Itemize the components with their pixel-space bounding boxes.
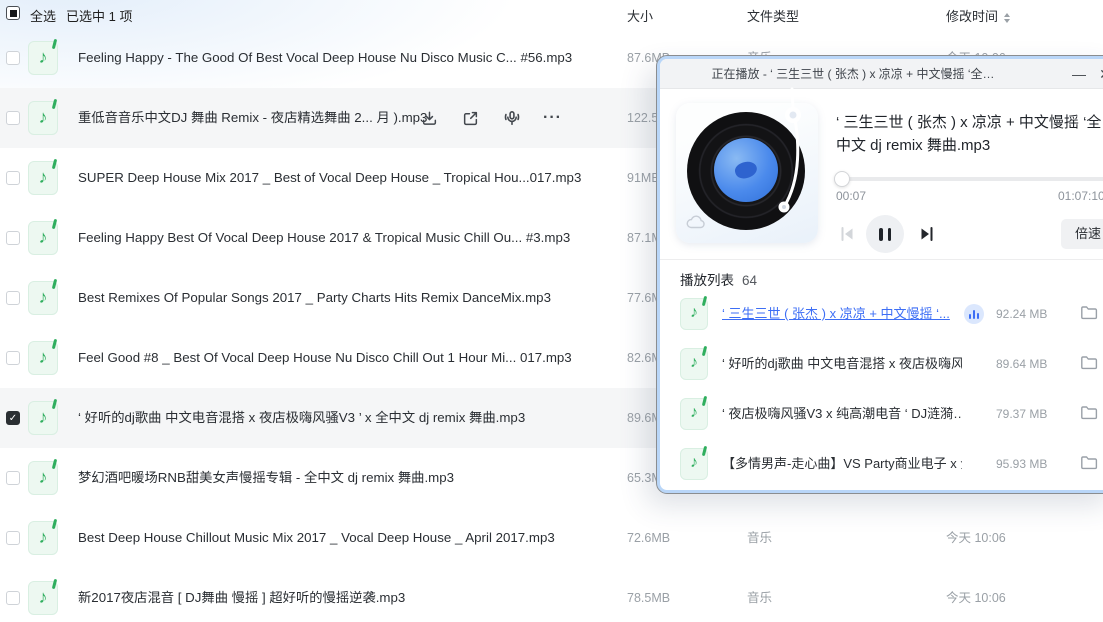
open-folder-icon[interactable] bbox=[1080, 355, 1098, 375]
file-modified: 今天 10:06 bbox=[946, 591, 1006, 605]
playlist-item[interactable]: ♪ ‘ 夜店极嗨风骚V3 x 纯高潮电音 ‘ DJ涟漪… 79.37 MB bbox=[660, 389, 1103, 439]
music-file-icon: ♪ bbox=[680, 345, 708, 380]
music-file-icon: ♪ bbox=[28, 38, 58, 75]
player-divider bbox=[660, 259, 1103, 260]
file-name: Feeling Happy - The Good Of Best Vocal D… bbox=[78, 50, 573, 65]
cloud-icon bbox=[686, 215, 705, 229]
column-header-type[interactable]: 文件类型 bbox=[747, 6, 799, 25]
music-file-icon: ♪ bbox=[680, 295, 708, 330]
progress-bar[interactable] bbox=[834, 171, 1103, 187]
previous-track-icon[interactable] bbox=[836, 223, 858, 245]
file-row[interactable]: ✓ ♪ 新2017夜店混音 [ DJ舞曲 慢摇 ] 超好听的慢摇逆袭.mp3 ·… bbox=[0, 568, 1103, 622]
row-checkbox[interactable]: ✓ bbox=[6, 351, 20, 365]
now-playing-title: ‘ 三生三世 ( 张杰 ) x 凉凉 + 中文慢摇 ‘全中文 dj remix … bbox=[836, 114, 1102, 155]
music-file-icon: ♪ bbox=[28, 458, 58, 495]
playlist: ♪ ‘ 三生三世 ( 张杰 ) x 凉凉 + 中文慢摇 ‘... 92.24 M… bbox=[660, 289, 1103, 489]
row-checkbox[interactable]: ✓ bbox=[6, 231, 20, 245]
music-file-icon: ♪ bbox=[680, 395, 708, 430]
playlist-item-size: 79.37 MB bbox=[996, 407, 1048, 421]
file-name: 重低音音乐中文DJ 舞曲 Remix - 夜店精选舞曲 2... 月 ).mp3 bbox=[78, 110, 428, 125]
file-type: 音乐 bbox=[747, 591, 773, 605]
playlist-item[interactable]: ♪ ‘ 好听的dj歌曲 中文电音混搭 x 夜店极嗨风... 89.64 MB bbox=[660, 339, 1103, 389]
open-folder-icon[interactable] bbox=[1080, 455, 1098, 475]
file-name: Best Deep House Chillout Music Mix 2017 … bbox=[78, 530, 555, 545]
next-track-icon[interactable] bbox=[916, 223, 938, 245]
file-name: 梦幻酒吧暖场RNB甜美女声慢摇专辑 - 全中文 dj remix 舞曲.mp3 bbox=[78, 470, 455, 485]
album-art bbox=[676, 87, 818, 243]
pause-button[interactable] bbox=[866, 215, 904, 253]
playlist-header: 播放列表 64 bbox=[680, 269, 757, 289]
row-checkbox[interactable]: ✓ bbox=[6, 591, 20, 605]
file-name: SUPER Deep House Mix 2017 _ Best of Voca… bbox=[78, 170, 582, 185]
music-file-icon: ♪ bbox=[28, 278, 58, 315]
row-checkbox[interactable]: ✓ bbox=[6, 291, 20, 305]
file-size: 91MB bbox=[627, 171, 660, 185]
row-checkbox[interactable]: ✓ bbox=[6, 531, 20, 545]
music-file-icon: ♪ bbox=[28, 98, 58, 135]
playlist-item-size: 92.24 MB bbox=[996, 307, 1048, 321]
playlist-item-size: 89.64 MB bbox=[996, 357, 1048, 371]
file-size: 78.5MB bbox=[627, 591, 671, 605]
file-name: Feel Good #8 _ Best Of Vocal Deep House … bbox=[78, 350, 572, 365]
playlist-item-name[interactable]: ‘ 好听的dj歌曲 中文电音混搭 x 夜店极嗨风... bbox=[722, 339, 962, 389]
player-window-title: 正在播放 - ‘ 三生三世 ( 张杰 ) x 凉凉 + 中文慢摇 ‘全… bbox=[711, 67, 995, 81]
now-playing-equalizer-icon bbox=[964, 304, 984, 324]
playback-speed-button[interactable]: 倍速 bbox=[1061, 219, 1103, 249]
music-file-icon: ♪ bbox=[28, 158, 58, 195]
time-current: 00:07 bbox=[836, 189, 867, 203]
playlist-item-name[interactable]: ‘ 夜店极嗨风骚V3 x 纯高潮电音 ‘ DJ涟漪… bbox=[722, 389, 962, 439]
time-total: 01:07:10 bbox=[1058, 189, 1103, 203]
audition-icon[interactable] bbox=[502, 109, 521, 128]
more-actions-icon[interactable]: ··· bbox=[543, 109, 562, 128]
music-file-icon: ♪ bbox=[28, 338, 58, 375]
music-player-window: 正在播放 - ‘ 三生三世 ( 张杰 ) x 凉凉 + 中文慢摇 ‘全… — ✕… bbox=[657, 56, 1103, 493]
open-folder-icon[interactable] bbox=[1080, 305, 1098, 325]
select-all-label[interactable]: 全选 bbox=[30, 6, 56, 25]
column-header-size[interactable]: 大小 bbox=[627, 6, 653, 25]
select-all-checkbox[interactable] bbox=[6, 6, 20, 20]
player-titlebar[interactable]: 正在播放 - ‘ 三生三世 ( 张杰 ) x 凉凉 + 中文慢摇 ‘全… — ✕ bbox=[660, 59, 1103, 89]
row-checkbox[interactable]: ✓ bbox=[6, 471, 20, 485]
selected-count-label: 已选中 1 项 bbox=[66, 9, 133, 24]
file-size: 72.6MB bbox=[627, 531, 671, 545]
row-checkbox[interactable]: ✓ bbox=[6, 51, 20, 65]
file-row[interactable]: ✓ ♪ Best Deep House Chillout Music Mix 2… bbox=[0, 508, 1103, 568]
music-file-icon: ♪ bbox=[28, 518, 58, 555]
playlist-item[interactable]: ♪ ‘ 三生三世 ( 张杰 ) x 凉凉 + 中文慢摇 ‘... 92.24 M… bbox=[660, 289, 1103, 339]
row-checkbox[interactable]: ✓ bbox=[6, 411, 20, 425]
file-type: 音乐 bbox=[747, 531, 773, 545]
minimize-button[interactable]: — bbox=[1066, 59, 1092, 89]
music-file-icon: ♪ bbox=[28, 398, 58, 435]
row-checkbox[interactable]: ✓ bbox=[6, 111, 20, 125]
download-icon[interactable] bbox=[420, 109, 439, 128]
file-name: ‘ 好听的dj歌曲 中文电音混搭 x 夜店极嗨风骚V3 ’ x 全中文 dj r… bbox=[78, 410, 526, 425]
playlist-item-size: 95.93 MB bbox=[996, 457, 1048, 471]
music-file-icon: ♪ bbox=[28, 218, 58, 255]
file-name: Best Remixes Of Popular Songs 2017 _ Par… bbox=[78, 290, 551, 305]
row-hover-actions: ··· bbox=[420, 88, 562, 148]
playlist-count: 64 bbox=[742, 273, 758, 288]
row-checkbox[interactable]: ✓ bbox=[6, 171, 20, 185]
open-folder-icon[interactable] bbox=[1080, 405, 1098, 425]
sort-icon[interactable] bbox=[1004, 12, 1011, 23]
playlist-item[interactable]: ♪ 【多情男声-走心曲】VS Party商业电子 x 全… 95.93 MB bbox=[660, 439, 1103, 489]
file-manager-window: 全选 已选中 1 项 大小 文件类型 修改时间 ✓ ♪ Feeling Happ… bbox=[0, 0, 1103, 622]
file-name: 新2017夜店混音 [ DJ舞曲 慢摇 ] 超好听的慢摇逆袭.mp3 bbox=[78, 590, 406, 605]
column-header-modified[interactable]: 修改时间 bbox=[946, 6, 1011, 25]
playlist-item-name[interactable]: ‘ 三生三世 ( 张杰 ) x 凉凉 + 中文慢摇 ‘... bbox=[722, 289, 950, 339]
open-in-player-icon[interactable] bbox=[461, 109, 480, 128]
progress-handle[interactable] bbox=[834, 171, 850, 187]
music-file-icon: ♪ bbox=[28, 578, 58, 615]
file-modified: 今天 10:06 bbox=[946, 531, 1006, 545]
playlist-item-name[interactable]: 【多情男声-走心曲】VS Party商业电子 x 全… bbox=[722, 439, 962, 489]
music-file-icon: ♪ bbox=[680, 445, 708, 480]
file-name: Feeling Happy Best Of Vocal Deep House 2… bbox=[78, 230, 571, 245]
playlist-label: 播放列表 bbox=[680, 273, 734, 288]
list-header: 全选 已选中 1 项 大小 文件类型 修改时间 bbox=[0, 0, 1103, 28]
close-button[interactable]: ✕ bbox=[1092, 59, 1103, 89]
